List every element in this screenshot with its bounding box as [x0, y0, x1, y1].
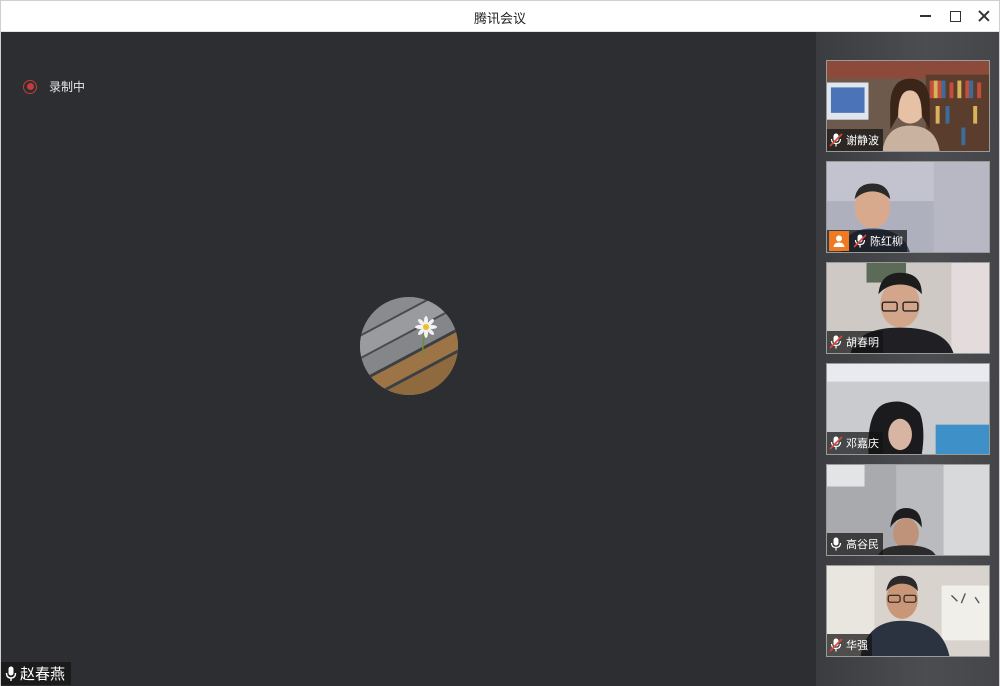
recording-label: 录制中 — [49, 80, 86, 94]
microphone-muted-icon — [829, 638, 843, 652]
minimize-button[interactable] — [914, 6, 936, 26]
microphone-icon — [5, 666, 17, 682]
microphone-muted-icon — [853, 234, 867, 248]
meeting-window: 腾讯会议 录制中 赵春燕 谢静波 陈红柳 胡春明 邓嘉庆 高谷民 华强 — [0, 0, 1000, 686]
participant-label: 高谷民 — [827, 533, 883, 555]
participant-panel: 谢静波 陈红柳 胡春明 邓嘉庆 高谷民 华强 — [816, 32, 999, 686]
maximize-button[interactable] — [944, 6, 966, 26]
microphone-muted-icon — [829, 335, 843, 349]
participant-name: 邓嘉庆 — [846, 437, 879, 450]
participant-tile[interactable]: 高谷民 — [826, 464, 990, 556]
participant-label: 陈红柳 — [827, 230, 907, 252]
close-icon — [978, 10, 990, 22]
title-bar: 腾讯会议 — [1, 1, 999, 32]
maximize-icon — [949, 10, 961, 22]
microphone-icon — [829, 537, 843, 551]
active-speaker-label: 赵春燕 — [1, 662, 72, 685]
participant-tile[interactable]: 华强 — [826, 565, 990, 657]
close-button[interactable] — [973, 6, 995, 26]
host-icon — [829, 231, 849, 251]
minimize-icon — [919, 15, 931, 17]
daisy-on-wood-image — [360, 297, 458, 395]
main-video-stage[interactable]: 录制中 赵春燕 — [1, 32, 816, 686]
participant-label: 邓嘉庆 — [827, 432, 883, 454]
participant-label: 谢静波 — [827, 129, 883, 151]
participant-name: 谢静波 — [846, 134, 879, 147]
participant-tile[interactable]: 邓嘉庆 — [826, 363, 990, 455]
participant-label: 华强 — [827, 634, 872, 656]
participant-name: 陈红柳 — [870, 235, 903, 248]
participant-tile[interactable]: 胡春明 — [826, 262, 990, 354]
participant-name: 胡春明 — [846, 336, 879, 349]
participant-tile[interactable]: 谢静波 — [826, 60, 990, 152]
participant-label: 胡春明 — [827, 331, 883, 353]
recording-indicator: 录制中 — [23, 78, 85, 95]
speaker-avatar — [360, 297, 458, 395]
participant-name: 华强 — [846, 639, 868, 652]
window-title: 腾讯会议 — [473, 12, 526, 27]
microphone-muted-icon — [829, 133, 843, 147]
participant-name: 高谷民 — [846, 538, 879, 551]
participant-tile[interactable]: 陈红柳 — [826, 161, 990, 253]
microphone-muted-icon — [829, 436, 843, 450]
active-speaker-name: 赵春燕 — [20, 665, 66, 683]
record-icon — [23, 79, 37, 94]
